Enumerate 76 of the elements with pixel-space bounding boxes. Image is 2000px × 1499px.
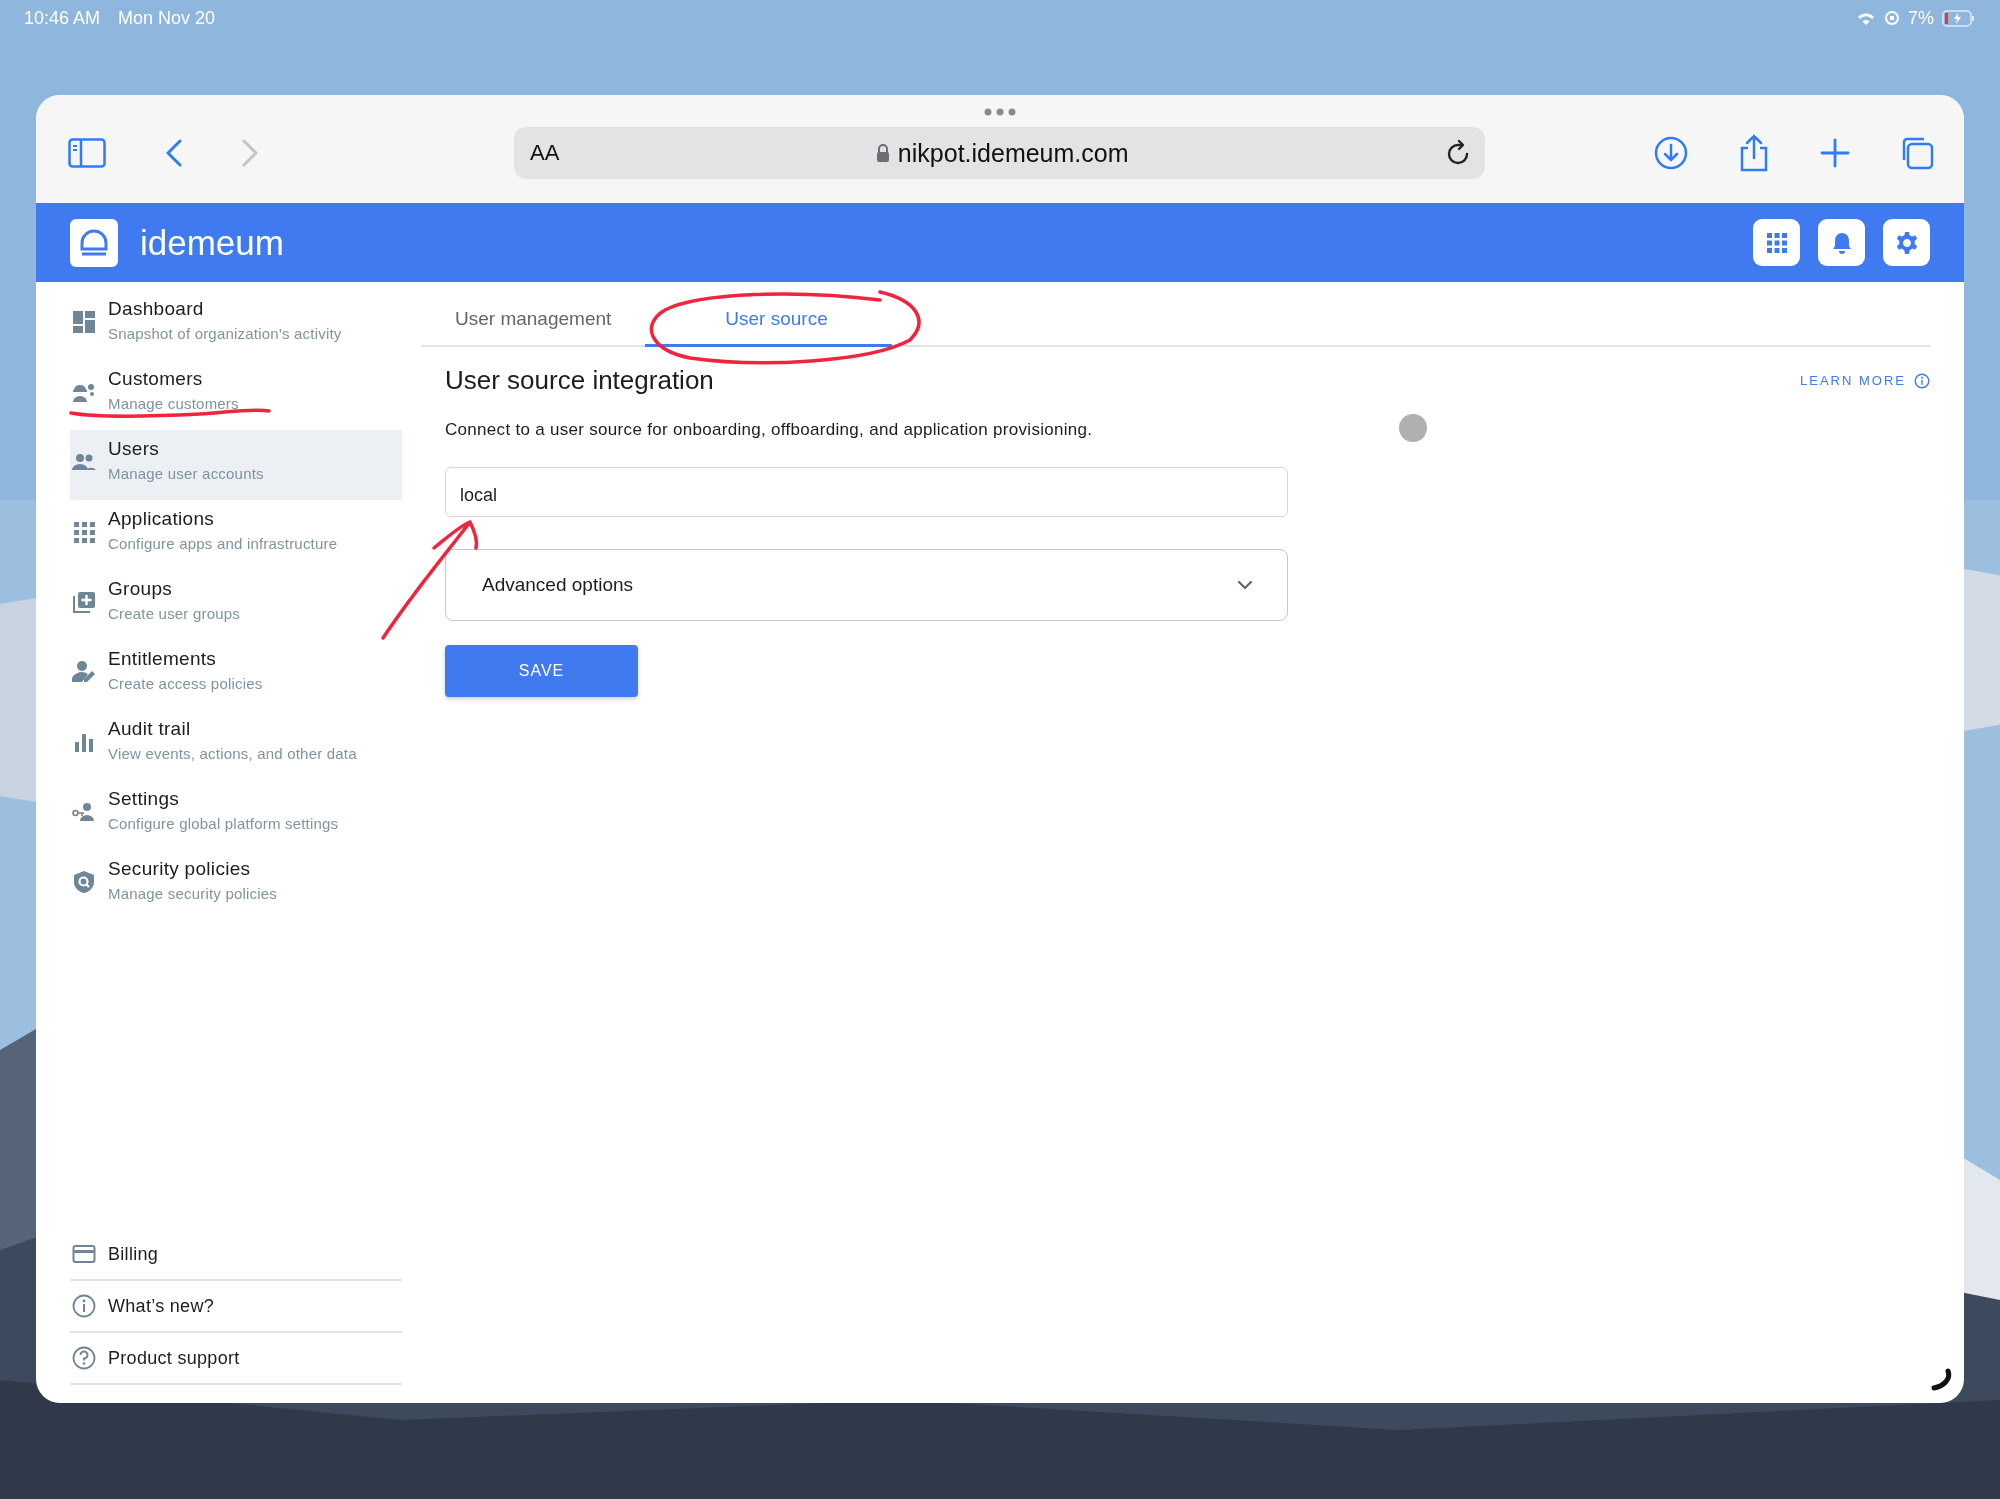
more-icon[interactable]: [984, 108, 1016, 116]
learn-more-link[interactable]: LEARN MORE: [1800, 372, 1930, 389]
section-description: Connect to a user source for onboarding, offboarding, and application provisioning.: [445, 420, 1093, 440]
reload-icon[interactable]: [1445, 139, 1471, 167]
item-subtitle: Create user groups: [108, 605, 240, 622]
tab[interactable]: User source: [645, 294, 892, 347]
tab[interactable]: User management: [431, 294, 646, 347]
footer-link[interactable]: What’s new?: [70, 1281, 402, 1333]
user-edit-icon: [72, 660, 96, 684]
apps-button[interactable]: [1753, 219, 1800, 266]
pointer-dot: [1399, 414, 1428, 442]
sidebar-item[interactable]: Security policies Manage security policies: [70, 850, 402, 920]
dashboard-icon: [72, 310, 96, 334]
item-subtitle: Manage user accounts: [108, 465, 264, 482]
help-icon: [72, 1346, 96, 1370]
item-title: Customers: [108, 368, 204, 390]
address-bar[interactable]: AA nikpot.idemeum.com: [514, 127, 1485, 179]
sidebar-item[interactable]: Applications Configure apps and infrastructure: [70, 500, 402, 570]
orientation-lock-icon: [1884, 10, 1900, 26]
sidebar-item[interactable]: Customers Manage customers: [70, 360, 402, 430]
info-icon: [72, 1294, 96, 1318]
status-time: 10:46 AM: [24, 7, 101, 29]
chevron-icon: [1237, 580, 1253, 590]
battery-percent: 7%: [1908, 7, 1934, 29]
item-title: Applications: [108, 508, 216, 530]
credit-card-icon: [72, 1242, 96, 1266]
text-size-button[interactable]: AA: [530, 140, 560, 166]
bell-icon: [1831, 231, 1852, 254]
back-icon[interactable]: [166, 139, 182, 167]
sidebar-item[interactable]: Audit trail View events, actions, and other data: [70, 710, 402, 780]
battery-icon: [1942, 9, 1976, 27]
grid-icon: [1766, 232, 1787, 253]
item-title: Dashboard: [108, 298, 205, 320]
settings-button[interactable]: [1883, 219, 1930, 266]
item-title: Groups: [108, 578, 174, 600]
info-icon: [1914, 372, 1930, 389]
new-tab-icon[interactable]: [1820, 138, 1850, 168]
item-subtitle: Configure apps and infrastructure: [108, 535, 338, 552]
item-subtitle: Manage security policies: [108, 885, 278, 902]
grid-icon: [72, 520, 96, 544]
brand-name: idemeum: [140, 222, 284, 263]
tabs-icon[interactable]: [1900, 136, 1934, 170]
item-subtitle: Configure global platform settings: [108, 815, 339, 832]
sidebar-toggle-icon[interactable]: [68, 138, 106, 168]
item-subtitle: Snapshot of organization’s activity: [108, 325, 342, 342]
status-date: Mon Nov 20: [118, 7, 216, 29]
sidebar-item[interactable]: Users Manage user accounts: [70, 430, 402, 500]
item-subtitle: Manage customers: [108, 395, 239, 412]
sidebar-item[interactable]: Dashboard Snapshot of organization’s activity: [70, 290, 402, 360]
item-title: Security policies: [108, 858, 252, 880]
item-subtitle: View events, actions, and other data: [108, 745, 357, 762]
settings-icon: [1894, 230, 1919, 255]
shield-icon: [72, 870, 96, 894]
user-source-field[interactable]: local: [445, 467, 1288, 517]
address-text: nikpot.idemeum.com: [897, 138, 1129, 168]
notifications-button[interactable]: [1818, 219, 1865, 266]
logo-icon: [70, 218, 118, 267]
footer-link[interactable]: Product support: [70, 1333, 402, 1385]
sidebar-item[interactable]: Settings Configure global platform settings: [70, 780, 402, 850]
item-title: Audit trail: [108, 718, 192, 740]
resize-handle-icon[interactable]: [1928, 1367, 1954, 1393]
item-subtitle: Create access policies: [108, 675, 263, 692]
share-icon[interactable]: [1738, 134, 1770, 172]
item-title: Users: [108, 438, 161, 460]
item-title: Settings: [108, 788, 181, 810]
item-title: Entitlements: [108, 648, 218, 670]
section-title: User source integration: [445, 365, 714, 396]
sidebar-item[interactable]: Groups Create user groups: [70, 570, 402, 640]
advanced-options-dropdown[interactable]: Advanced options: [445, 549, 1288, 621]
add-group-icon: [72, 590, 96, 614]
save-button[interactable]: SAVE: [445, 645, 638, 697]
download-icon[interactable]: [1654, 136, 1688, 170]
lock-icon: [875, 144, 890, 162]
user-key-icon: [72, 800, 96, 824]
sidebar-item[interactable]: Entitlements Create access policies: [70, 640, 402, 710]
footer-link[interactable]: Billing: [70, 1229, 402, 1281]
